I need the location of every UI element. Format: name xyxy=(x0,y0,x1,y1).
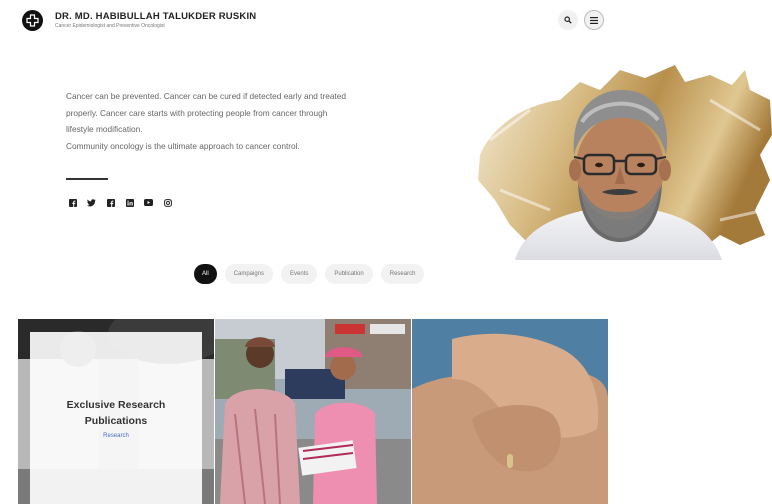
search-button[interactable] xyxy=(558,10,578,30)
menu-button[interactable] xyxy=(584,10,604,30)
filter-events[interactable]: Events xyxy=(281,264,318,284)
filter-all[interactable]: All xyxy=(194,264,217,284)
twitter-icon[interactable] xyxy=(87,198,96,207)
filter-publication[interactable]: Publication xyxy=(325,264,373,284)
linkedin-icon[interactable] xyxy=(125,198,134,207)
hero-line: Community oncology is the ultimate appro… xyxy=(66,140,300,151)
card-overlay: Exclusive Research Publications Research xyxy=(30,332,202,504)
card-title[interactable]: Exclusive Research Publications xyxy=(61,397,171,429)
search-icon xyxy=(564,16,572,24)
doctor-portrait xyxy=(470,60,772,260)
hamburger-menu-icon xyxy=(590,16,598,24)
site-subtitle: Cancer Epidemiologist and Preventive Onc… xyxy=(55,23,165,29)
category-filters: All Campaigns Events Publication Researc… xyxy=(194,264,425,284)
filter-research[interactable]: Research xyxy=(380,264,425,284)
hero-line: Cancer can be prevented. Cancer can be c… xyxy=(66,91,346,101)
card-category-tag[interactable]: Research xyxy=(103,433,129,439)
facebook-icon[interactable] xyxy=(106,198,115,207)
hero-divider xyxy=(66,178,108,180)
social-links xyxy=(68,198,172,207)
filter-campaigns[interactable]: Campaigns xyxy=(224,264,274,284)
facebook-icon[interactable] xyxy=(68,198,77,207)
holding-hands-photo xyxy=(412,319,608,504)
logo-cross-icon[interactable] xyxy=(22,10,43,31)
gallery-card-campaign[interactable] xyxy=(215,319,411,504)
instagram-icon[interactable] xyxy=(163,198,172,207)
gallery-card-research[interactable]: Exclusive Research Publications Research xyxy=(18,319,214,504)
site-title[interactable]: DR. MD. HABIBULLAH TALUKDER RUSKIN xyxy=(55,11,256,22)
hero-line: lifestyle modification. xyxy=(66,124,143,134)
hero-statement: Cancer can be prevented. Cancer can be c… xyxy=(66,88,386,154)
cross-icon xyxy=(26,14,39,27)
youtube-icon[interactable] xyxy=(144,198,153,207)
street-campaign-photo xyxy=(215,319,411,504)
hero-line: properly. Cancer care starts with protec… xyxy=(66,107,328,118)
gallery-card-hands[interactable] xyxy=(412,319,608,504)
